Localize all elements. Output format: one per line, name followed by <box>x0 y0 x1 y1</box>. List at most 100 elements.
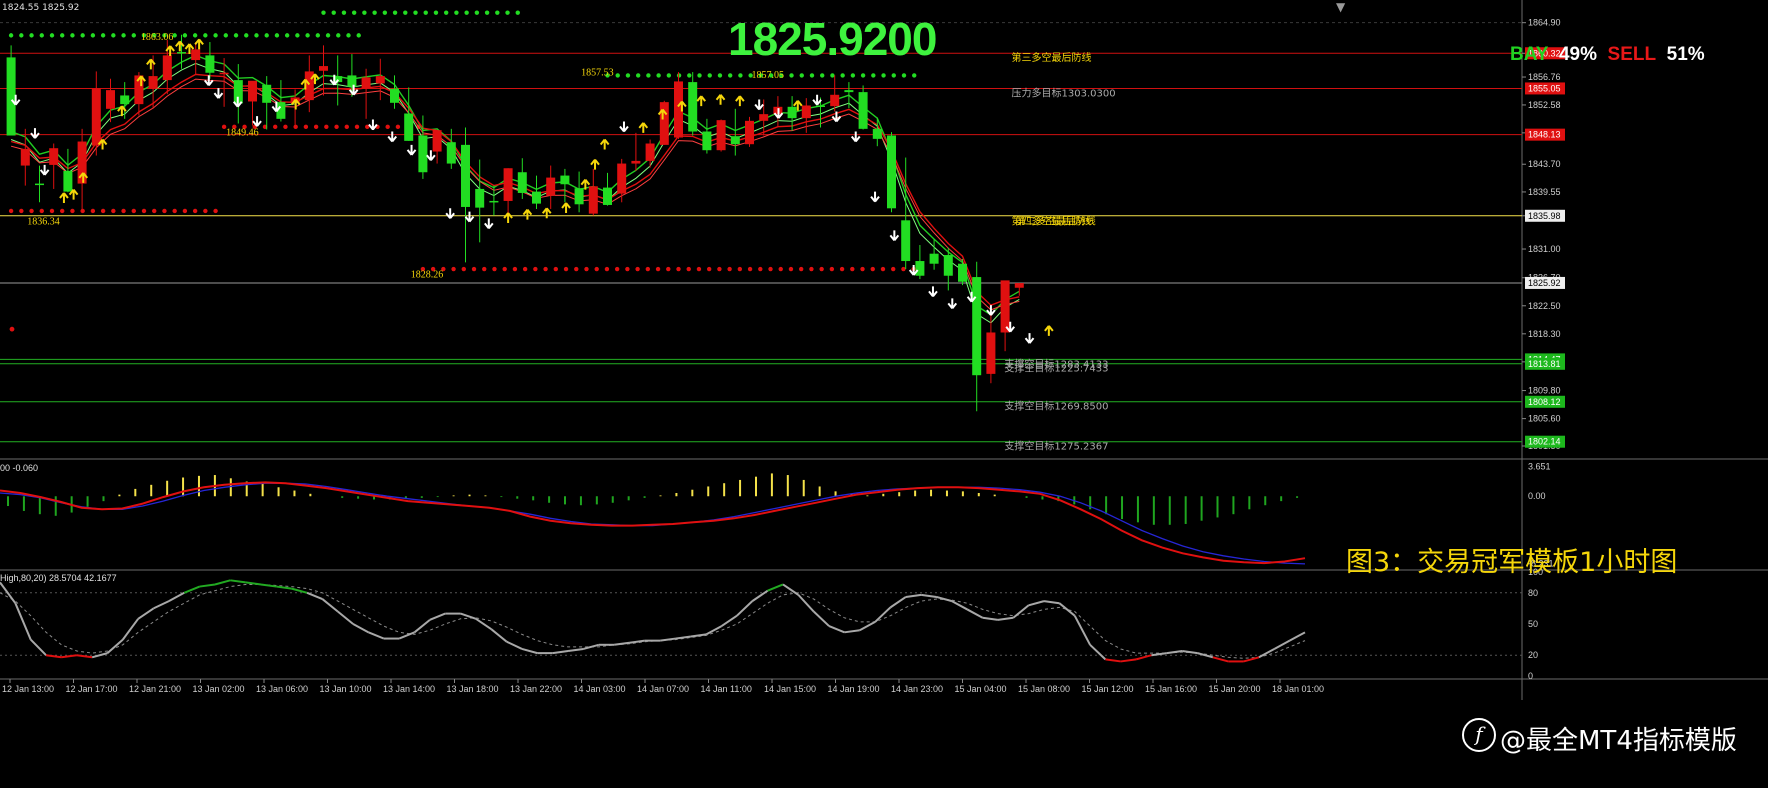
signal-dot <box>574 266 579 272</box>
signal-dot <box>645 266 651 272</box>
signal-dot <box>336 33 341 38</box>
level-text-label: 压力多目标1303.0300 <box>1012 86 1116 99</box>
time-axis-label: 14 Jan 19:00 <box>828 684 880 694</box>
signal-dot <box>484 10 490 15</box>
signal-dot <box>293 124 298 130</box>
signal-dot <box>788 266 794 272</box>
signal-dot <box>464 10 469 15</box>
signal-dot <box>90 33 96 38</box>
signal-dot <box>29 208 34 214</box>
signal-dot <box>515 10 520 15</box>
level-text-label: 支撑空目标1269.8500 <box>1004 400 1108 413</box>
signal-dot <box>213 208 218 214</box>
signal-dot <box>274 33 280 38</box>
price-badge-label: 1802.14 <box>1528 437 1561 447</box>
signal-dot <box>111 33 116 38</box>
candle-body <box>162 55 172 81</box>
candle-body <box>120 95 130 105</box>
peak-price-label: 1836.34 <box>27 216 60 227</box>
candle-body <box>205 55 215 73</box>
candle-body <box>91 88 101 146</box>
signal-dot <box>29 33 34 38</box>
signal-dot <box>451 266 456 272</box>
stoch-label: High,80,20) 28.5704 42.1677 <box>0 573 117 583</box>
candle-body <box>546 177 556 196</box>
signal-dot <box>121 208 126 214</box>
signal-dot <box>656 73 661 78</box>
stoch-axis-label: 50 <box>1528 619 1538 629</box>
signal-dot <box>19 33 24 38</box>
chart-canvas[interactable]: 1864.901860.321856.761852.581848.401843.… <box>0 0 1768 784</box>
signal-dot <box>413 10 418 15</box>
price-tick-label: 1843.70 <box>1528 159 1561 169</box>
price-badge-label: 1808.12 <box>1528 397 1561 407</box>
mt4-chart-window[interactable]: 1864.901860.321856.761852.581848.401843.… <box>0 0 1768 784</box>
signal-dot <box>346 33 351 38</box>
signal-dot <box>264 33 269 38</box>
signal-dot <box>461 266 466 272</box>
signal-dot <box>295 33 300 38</box>
signal-dot <box>891 266 896 272</box>
price-badge-label: 1813.81 <box>1528 359 1561 369</box>
candle-body <box>404 113 414 141</box>
price-tick-label: 1805.60 <box>1528 414 1561 424</box>
signal-dot <box>49 33 55 38</box>
signal-dot <box>625 266 630 272</box>
signal-dot <box>395 124 401 130</box>
chevron-down-icon[interactable]: ▼ <box>1336 0 1345 14</box>
signal-dot <box>254 33 259 38</box>
price-tick-label: 1864.90 <box>1528 18 1561 28</box>
peak-price-label: 1863.06 <box>141 32 174 43</box>
candle-body <box>461 144 470 207</box>
peak-price-label: 1857.05 <box>752 70 785 81</box>
signal-dot <box>70 208 75 214</box>
candle-body <box>63 170 73 192</box>
candle-body <box>972 277 982 376</box>
signal-dot <box>372 10 377 15</box>
price-badge-label: 1825.92 <box>1528 278 1561 288</box>
sell-percent: 51% <box>1666 44 1705 65</box>
time-axis-label: 15 Jan 08:00 <box>1018 684 1070 694</box>
signal-dot <box>563 266 569 272</box>
signal-dot <box>646 73 651 78</box>
signal-dot <box>213 33 218 38</box>
signal-dot <box>351 10 357 15</box>
candle-body <box>532 191 541 204</box>
time-axis-label: 14 Jan 23:00 <box>891 684 943 694</box>
candle-body <box>148 76 158 89</box>
signal-dot <box>341 10 347 15</box>
candle-body <box>347 75 357 87</box>
signal-dot <box>192 208 198 214</box>
signal-dot <box>8 208 14 214</box>
signal-dot <box>203 33 208 38</box>
price-badge-label: 1855.05 <box>1528 83 1561 93</box>
signal-dot <box>584 266 589 272</box>
candle-body <box>730 136 740 145</box>
signal-dot <box>830 73 835 78</box>
time-axis-label: 14 Jan 03:00 <box>574 684 626 694</box>
signal-dot <box>313 124 319 130</box>
signal-dot <box>758 266 763 272</box>
signal-dot <box>870 266 875 272</box>
signal-dot <box>789 73 794 78</box>
signal-dot <box>505 10 510 15</box>
candle-body <box>631 160 641 164</box>
signal-dot <box>522 266 528 272</box>
signal-dot <box>881 73 886 78</box>
signal-dot <box>495 10 500 15</box>
bay-percent: 49% <box>1558 44 1597 65</box>
signal-dot <box>354 124 360 130</box>
candle-body <box>688 82 698 132</box>
signal-dot <box>203 208 208 214</box>
time-axis-label: 12 Jan 17:00 <box>66 684 118 694</box>
candle-body <box>702 131 712 151</box>
stoch-axis-label: 20 <box>1528 650 1538 660</box>
watermark-text: @最全MT4指标模版 <box>1500 726 1737 756</box>
peak-price-label: 1849.46 <box>226 128 259 139</box>
signal-dot <box>131 33 136 38</box>
candle-body <box>901 220 911 262</box>
candle-body <box>262 84 272 103</box>
candle-body <box>915 261 925 276</box>
time-axis-label: 12 Jan 21:00 <box>129 684 181 694</box>
price-tick-label: 1809.80 <box>1528 386 1561 396</box>
